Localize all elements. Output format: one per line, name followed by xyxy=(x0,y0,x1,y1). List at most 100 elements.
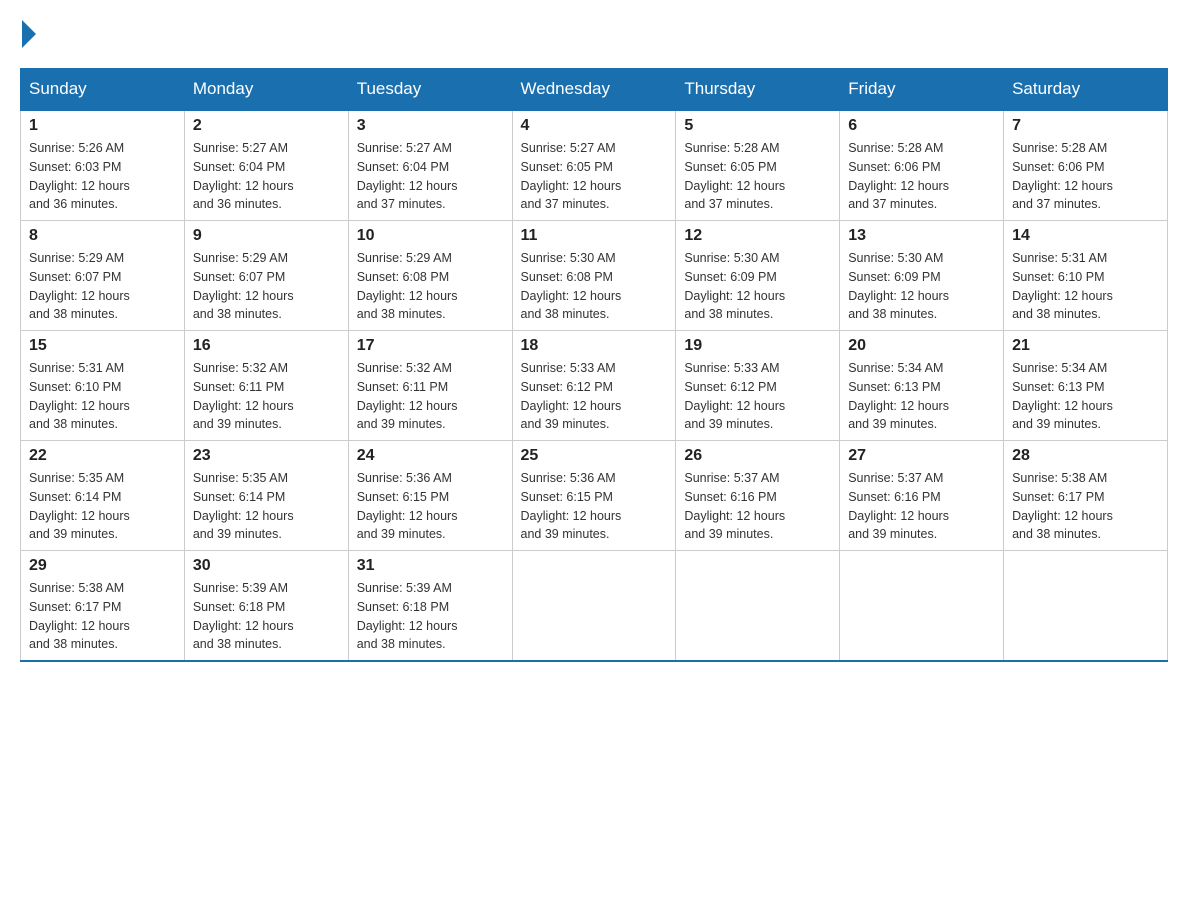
calendar-day-cell: 11 Sunrise: 5:30 AMSunset: 6:08 PMDayligh… xyxy=(512,221,676,331)
day-info: Sunrise: 5:30 AMSunset: 6:09 PMDaylight:… xyxy=(848,249,995,324)
day-number: 16 xyxy=(193,337,340,355)
day-info: Sunrise: 5:33 AMSunset: 6:12 PMDaylight:… xyxy=(684,359,831,434)
day-of-week-header: Thursday xyxy=(676,69,840,111)
day-of-week-header: Saturday xyxy=(1004,69,1168,111)
day-number: 4 xyxy=(521,117,668,135)
day-info: Sunrise: 5:30 AMSunset: 6:08 PMDaylight:… xyxy=(521,249,668,324)
calendar-day-cell xyxy=(676,551,840,662)
calendar-week-row: 29 Sunrise: 5:38 AMSunset: 6:17 PMDayligh… xyxy=(21,551,1168,662)
calendar-week-row: 15 Sunrise: 5:31 AMSunset: 6:10 PMDayligh… xyxy=(21,331,1168,441)
calendar-day-cell: 13 Sunrise: 5:30 AMSunset: 6:09 PMDayligh… xyxy=(840,221,1004,331)
calendar-day-cell: 5 Sunrise: 5:28 AMSunset: 6:05 PMDaylight… xyxy=(676,110,840,221)
calendar-day-cell: 31Sunrise: 5:39 AMSunset: 6:18 PMDayligh… xyxy=(348,551,512,662)
calendar-day-cell: 23Sunrise: 5:35 AMSunset: 6:14 PMDayligh… xyxy=(184,441,348,551)
day-number: 6 xyxy=(848,117,995,135)
day-info: Sunrise: 5:32 AMSunset: 6:11 PMDaylight:… xyxy=(193,359,340,434)
calendar-table: SundayMondayTuesdayWednesdayThursdayFrid… xyxy=(20,68,1168,662)
day-number: 28 xyxy=(1012,447,1159,465)
day-number: 13 xyxy=(848,227,995,245)
calendar-day-cell: 4 Sunrise: 5:27 AMSunset: 6:05 PMDaylight… xyxy=(512,110,676,221)
day-info: Sunrise: 5:28 AMSunset: 6:05 PMDaylight:… xyxy=(684,139,831,214)
day-info: Sunrise: 5:29 AMSunset: 6:07 PMDaylight:… xyxy=(193,249,340,324)
calendar-day-cell: 27 Sunrise: 5:37 AMSunset: 6:16 PMDayligh… xyxy=(840,441,1004,551)
day-info: Sunrise: 5:31 AMSunset: 6:10 PMDaylight:… xyxy=(1012,249,1159,324)
day-number: 24 xyxy=(357,447,504,465)
day-info: Sunrise: 5:30 AMSunset: 6:09 PMDaylight:… xyxy=(684,249,831,324)
day-number: 15 xyxy=(29,337,176,355)
day-info: Sunrise: 5:33 AMSunset: 6:12 PMDaylight:… xyxy=(521,359,668,434)
day-info: Sunrise: 5:38 AMSunset: 6:17 PMDaylight:… xyxy=(1012,469,1159,544)
day-info: Sunrise: 5:36 AMSunset: 6:15 PMDaylight:… xyxy=(521,469,668,544)
calendar-day-cell: 10Sunrise: 5:29 AMSunset: 6:08 PMDayligh… xyxy=(348,221,512,331)
calendar-day-cell: 18 Sunrise: 5:33 AMSunset: 6:12 PMDayligh… xyxy=(512,331,676,441)
day-of-week-header: Tuesday xyxy=(348,69,512,111)
day-info: Sunrise: 5:31 AMSunset: 6:10 PMDaylight:… xyxy=(29,359,176,434)
calendar-day-cell: 25Sunrise: 5:36 AMSunset: 6:15 PMDayligh… xyxy=(512,441,676,551)
day-info: Sunrise: 5:37 AMSunset: 6:16 PMDaylight:… xyxy=(684,469,831,544)
day-info: Sunrise: 5:28 AMSunset: 6:06 PMDaylight:… xyxy=(1012,139,1159,214)
day-info: Sunrise: 5:34 AMSunset: 6:13 PMDaylight:… xyxy=(848,359,995,434)
day-number: 23 xyxy=(193,447,340,465)
calendar-day-cell: 7 Sunrise: 5:28 AMSunset: 6:06 PMDaylight… xyxy=(1004,110,1168,221)
day-info: Sunrise: 5:27 AMSunset: 6:05 PMDaylight:… xyxy=(521,139,668,214)
day-number: 3 xyxy=(357,117,504,135)
day-number: 31 xyxy=(357,557,504,575)
day-number: 29 xyxy=(29,557,176,575)
day-number: 17 xyxy=(357,337,504,355)
calendar-day-cell: 14Sunrise: 5:31 AMSunset: 6:10 PMDayligh… xyxy=(1004,221,1168,331)
day-number: 2 xyxy=(193,117,340,135)
day-number: 10 xyxy=(357,227,504,245)
day-number: 11 xyxy=(521,227,668,245)
calendar-day-cell xyxy=(840,551,1004,662)
day-info: Sunrise: 5:27 AMSunset: 6:04 PMDaylight:… xyxy=(357,139,504,214)
day-of-week-header: Monday xyxy=(184,69,348,111)
day-of-week-header: Wednesday xyxy=(512,69,676,111)
calendar-day-cell: 29 Sunrise: 5:38 AMSunset: 6:17 PMDayligh… xyxy=(21,551,185,662)
calendar-day-cell: 28 Sunrise: 5:38 AMSunset: 6:17 PMDayligh… xyxy=(1004,441,1168,551)
logo-triangle-icon xyxy=(22,20,36,48)
day-info: Sunrise: 5:38 AMSunset: 6:17 PMDaylight:… xyxy=(29,579,176,654)
calendar-day-cell: 24 Sunrise: 5:36 AMSunset: 6:15 PMDayligh… xyxy=(348,441,512,551)
day-of-week-header: Sunday xyxy=(21,69,185,111)
day-number: 20 xyxy=(848,337,995,355)
calendar-day-cell xyxy=(512,551,676,662)
day-number: 30 xyxy=(193,557,340,575)
day-number: 8 xyxy=(29,227,176,245)
day-info: Sunrise: 5:35 AMSunset: 6:14 PMDaylight:… xyxy=(29,469,176,544)
page-header xyxy=(20,20,1168,48)
calendar-day-cell: 17Sunrise: 5:32 AMSunset: 6:11 PMDayligh… xyxy=(348,331,512,441)
calendar-day-cell: 16 Sunrise: 5:32 AMSunset: 6:11 PMDayligh… xyxy=(184,331,348,441)
day-number: 19 xyxy=(684,337,831,355)
day-number: 22 xyxy=(29,447,176,465)
calendar-day-cell: 22 Sunrise: 5:35 AMSunset: 6:14 PMDayligh… xyxy=(21,441,185,551)
calendar-day-cell: 8Sunrise: 5:29 AMSunset: 6:07 PMDaylight… xyxy=(21,221,185,331)
day-info: Sunrise: 5:37 AMSunset: 6:16 PMDaylight:… xyxy=(848,469,995,544)
calendar-day-cell: 15 Sunrise: 5:31 AMSunset: 6:10 PMDayligh… xyxy=(21,331,185,441)
calendar-header-row: SundayMondayTuesdayWednesdayThursdayFrid… xyxy=(21,69,1168,111)
logo xyxy=(20,20,38,48)
calendar-day-cell: 2Sunrise: 5:27 AMSunset: 6:04 PMDaylight… xyxy=(184,110,348,221)
day-number: 5 xyxy=(684,117,831,135)
day-number: 27 xyxy=(848,447,995,465)
calendar-day-cell: 26 Sunrise: 5:37 AMSunset: 6:16 PMDayligh… xyxy=(676,441,840,551)
day-info: Sunrise: 5:26 AMSunset: 6:03 PMDaylight:… xyxy=(29,139,176,214)
day-number: 12 xyxy=(684,227,831,245)
day-number: 7 xyxy=(1012,117,1159,135)
day-number: 9 xyxy=(193,227,340,245)
calendar-day-cell: 21Sunrise: 5:34 AMSunset: 6:13 PMDayligh… xyxy=(1004,331,1168,441)
calendar-day-cell: 3 Sunrise: 5:27 AMSunset: 6:04 PMDaylight… xyxy=(348,110,512,221)
calendar-week-row: 1 Sunrise: 5:26 AMSunset: 6:03 PMDaylight… xyxy=(21,110,1168,221)
day-info: Sunrise: 5:36 AMSunset: 6:15 PMDaylight:… xyxy=(357,469,504,544)
calendar-day-cell xyxy=(1004,551,1168,662)
calendar-day-cell: 19 Sunrise: 5:33 AMSunset: 6:12 PMDayligh… xyxy=(676,331,840,441)
calendar-day-cell: 9 Sunrise: 5:29 AMSunset: 6:07 PMDaylight… xyxy=(184,221,348,331)
calendar-day-cell: 12 Sunrise: 5:30 AMSunset: 6:09 PMDayligh… xyxy=(676,221,840,331)
day-number: 1 xyxy=(29,117,176,135)
calendar-day-cell: 20 Sunrise: 5:34 AMSunset: 6:13 PMDayligh… xyxy=(840,331,1004,441)
day-number: 18 xyxy=(521,337,668,355)
day-of-week-header: Friday xyxy=(840,69,1004,111)
day-info: Sunrise: 5:28 AMSunset: 6:06 PMDaylight:… xyxy=(848,139,995,214)
calendar-day-cell: 1 Sunrise: 5:26 AMSunset: 6:03 PMDaylight… xyxy=(21,110,185,221)
calendar-day-cell: 30Sunrise: 5:39 AMSunset: 6:18 PMDayligh… xyxy=(184,551,348,662)
day-number: 26 xyxy=(684,447,831,465)
